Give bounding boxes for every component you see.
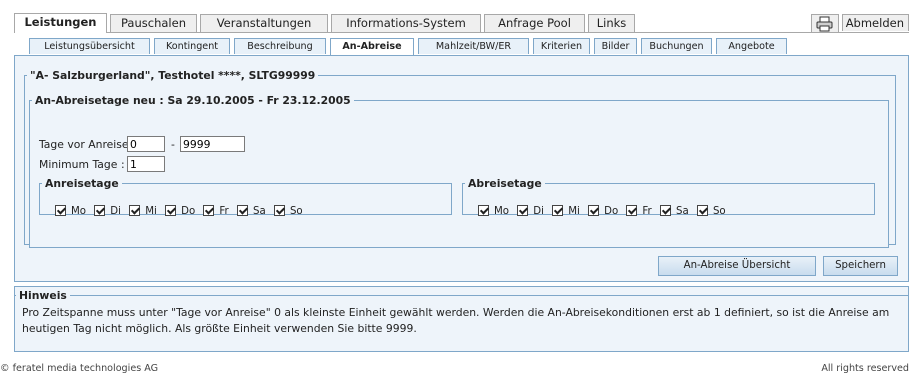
minimum-tage-colon: :: [121, 158, 125, 171]
anreise-do-checkbox[interactable]: [165, 205, 177, 216]
subtab-mahlzeit[interactable]: Mahlzeit/BW/ER: [418, 38, 529, 54]
subtab-an-abreise[interactable]: An-Abreise: [330, 38, 414, 55]
anreise-mi-checkbox[interactable]: [129, 205, 141, 216]
tage-vor-from-input[interactable]: [127, 136, 165, 152]
abreise-day-fr[interactable]: Fr: [626, 205, 652, 217]
day-label: So: [712, 206, 726, 217]
abreise-day-di[interactable]: Di: [517, 205, 544, 217]
minimum-tage-label: Minimum Tage: [39, 158, 118, 171]
abreise-sa-checkbox[interactable]: [659, 205, 671, 216]
tabbar-rule: [14, 32, 909, 33]
day-label: Sa: [675, 206, 689, 217]
day-label: Fr: [642, 206, 652, 217]
print-button[interactable]: [811, 14, 839, 32]
day-label: Fr: [219, 206, 229, 217]
anreise-day-do[interactable]: Do: [165, 205, 195, 217]
abreise-day-so[interactable]: So: [696, 205, 726, 217]
period-legend: An-Abreisetage neu : Sa 29.10.2005 - Fr …: [35, 94, 351, 107]
day-label: Mi: [145, 206, 157, 217]
day-label: Di: [110, 206, 121, 217]
tage-vor-anreise-label: Tage vor Anreise:: [39, 138, 133, 151]
abreise-di-checkbox[interactable]: [517, 205, 529, 216]
abreisetage-fieldset: Abreisetage Mo Di Mi Do Fr Sa So: [462, 177, 875, 217]
subtab-kriterien[interactable]: Kriterien: [533, 38, 590, 54]
footer-copyright: © feratel media technologies AG: [0, 363, 159, 374]
anreise-day-so[interactable]: So: [273, 205, 303, 217]
tab-informations-system[interactable]: Informations-System: [331, 14, 481, 32]
logout-button[interactable]: Abmelden: [842, 14, 909, 31]
anreise-day-mi[interactable]: Mi: [129, 205, 157, 217]
anreisetage-fieldset: Anreisetage Mo Di Mi Do Fr Sa So: [39, 177, 452, 217]
anreise-di-checkbox[interactable]: [94, 205, 106, 216]
day-label: Sa: [252, 206, 266, 217]
anreise-day-fr[interactable]: Fr: [203, 205, 229, 217]
day-label: So: [289, 206, 303, 217]
anreise-so-checkbox[interactable]: [273, 205, 285, 216]
hotel-legend: "A- Salzburgerland", Testhotel ****, SLT…: [30, 69, 316, 82]
hint-text: Pro Zeitspanne muss unter "Tage vor Anre…: [22, 306, 890, 335]
subtab-bilder[interactable]: Bilder: [594, 38, 637, 54]
minimum-tage-input[interactable]: [127, 156, 165, 172]
abreise-day-list: Mo Di Mi Do Fr Sa So: [478, 205, 731, 217]
abreisetage-legend: Abreisetage: [468, 177, 542, 190]
tab-links[interactable]: Links: [588, 14, 635, 32]
day-label: Mo: [494, 206, 510, 217]
abreise-day-mo[interactable]: Mo: [478, 205, 509, 217]
range-separator: -: [171, 138, 175, 151]
subtab-buchungen[interactable]: Buchungen: [641, 38, 712, 54]
subtab-beschreibung[interactable]: Beschreibung: [234, 38, 326, 54]
abreise-day-sa[interactable]: Sa: [659, 205, 689, 217]
anreise-fr-checkbox[interactable]: [203, 205, 215, 216]
abreise-day-mi[interactable]: Mi: [552, 205, 580, 217]
tab-pauschalen[interactable]: Pauschalen: [110, 14, 197, 32]
abreise-so-checkbox[interactable]: [696, 205, 708, 216]
abreise-day-do[interactable]: Do: [588, 205, 618, 217]
subtab-leistungsuebersicht[interactable]: Leistungsübersicht: [29, 38, 150, 54]
main-panel: "A- Salzburgerland", Testhotel ****, SLT…: [14, 55, 909, 282]
anreise-day-mo[interactable]: Mo: [55, 205, 86, 217]
abreise-mo-checkbox[interactable]: [478, 205, 489, 216]
day-label: Do: [181, 206, 196, 217]
anreise-sa-checkbox[interactable]: [236, 205, 248, 216]
hint-legend: Hinweis: [19, 289, 67, 302]
abreise-mi-checkbox[interactable]: [552, 205, 564, 216]
abreise-do-checkbox[interactable]: [588, 205, 600, 216]
hint-panel: Hinweis Pro Zeitspanne muss unter "Tage …: [14, 286, 909, 352]
anreise-day-di[interactable]: Di: [94, 205, 121, 217]
anreise-day-list: Mo Di Mi Do Fr Sa So: [55, 205, 308, 217]
hotel-fieldset: "A- Salzburgerland", Testhotel ****, SLT…: [24, 69, 896, 248]
tab-leistungen[interactable]: Leistungen: [14, 13, 107, 33]
subtab-angebote[interactable]: Angebote: [716, 38, 787, 54]
period-fieldset: An-Abreisetage neu : Sa 29.10.2005 - Fr …: [29, 94, 889, 248]
day-label: Mo: [71, 206, 87, 217]
an-abreise-overview-button[interactable]: An-Abreise Übersicht: [658, 256, 816, 276]
subtab-kontingent[interactable]: Kontingent: [154, 38, 230, 54]
day-label: Di: [533, 206, 544, 217]
anreise-day-sa[interactable]: Sa: [236, 205, 266, 217]
tage-vor-to-input[interactable]: [180, 136, 245, 152]
anreisetage-legend: Anreisetage: [45, 177, 119, 190]
tab-veranstaltungen[interactable]: Veranstaltungen: [200, 14, 328, 32]
day-label: Mi: [568, 206, 580, 217]
day-label: Do: [604, 206, 619, 217]
tab-anfrage-pool[interactable]: Anfrage Pool: [484, 14, 585, 32]
save-button[interactable]: Speichern: [823, 256, 898, 276]
anreise-mo-checkbox[interactable]: [55, 205, 66, 216]
footer-rights: All rights reserved: [821, 363, 909, 374]
abreise-fr-checkbox[interactable]: [626, 205, 638, 216]
printer-icon: [816, 16, 833, 32]
